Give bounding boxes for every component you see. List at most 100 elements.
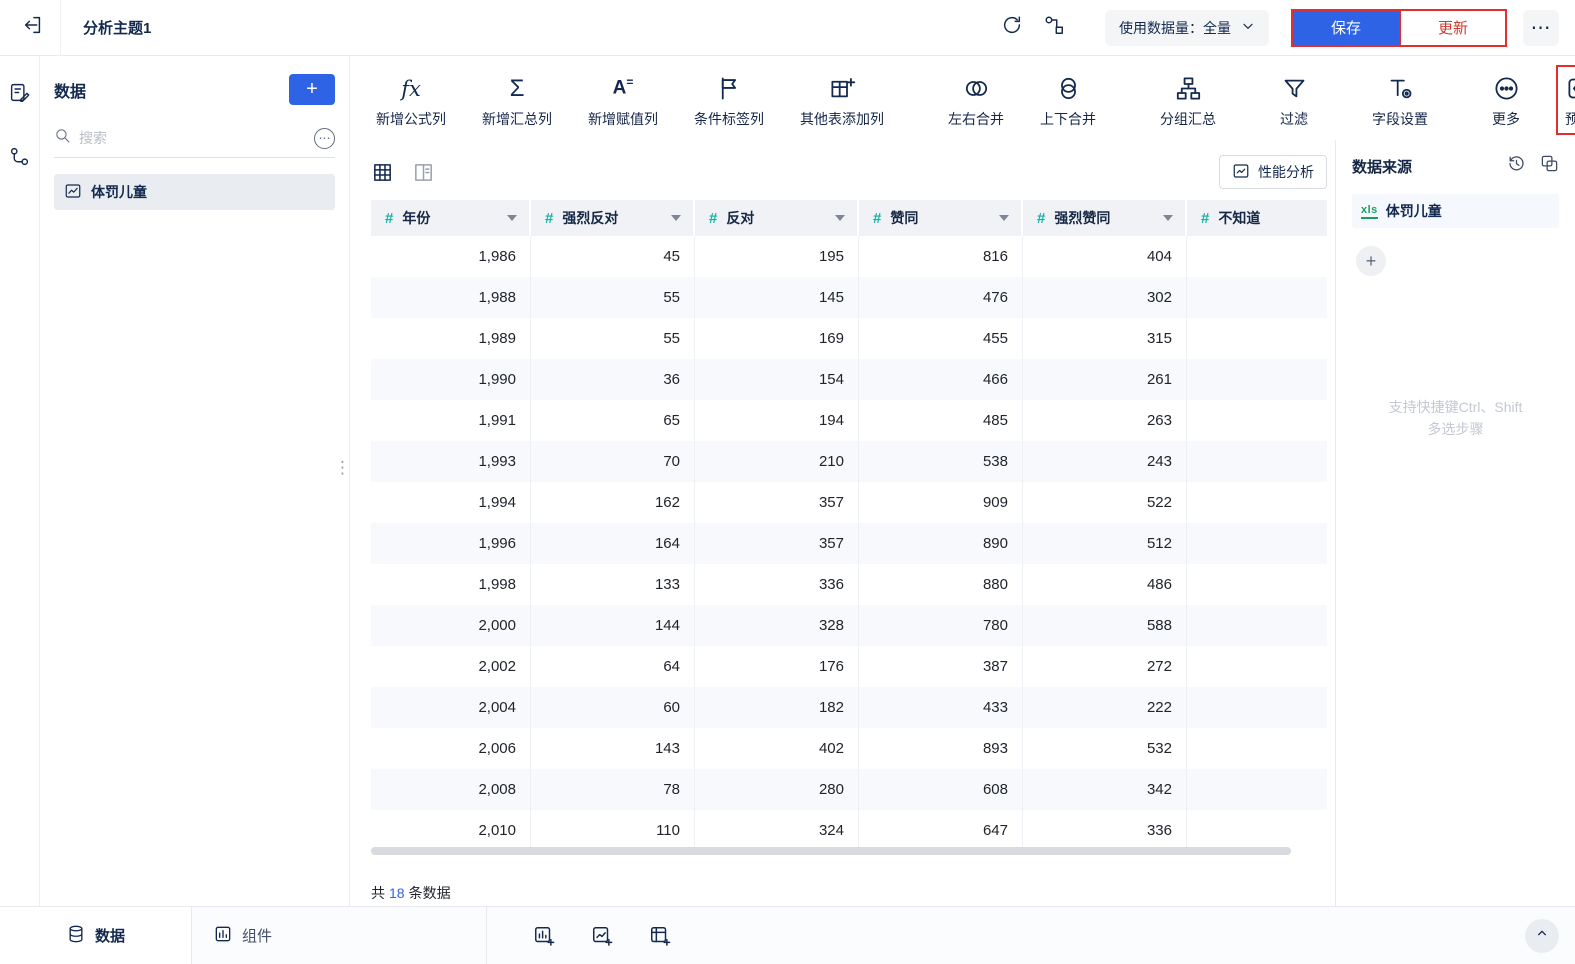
- table-cell[interactable]: 357: [695, 482, 859, 523]
- table-cell[interactable]: 195: [695, 236, 859, 277]
- table-cell[interactable]: 538: [859, 441, 1023, 482]
- table-cell[interactable]: 608: [859, 769, 1023, 810]
- refresh-button[interactable]: [995, 11, 1029, 45]
- table-cell[interactable]: 65: [531, 400, 695, 441]
- blood-relation-button[interactable]: [3, 142, 37, 176]
- table-cell[interactable]: 182: [695, 687, 859, 728]
- table-cell[interactable]: 176: [695, 646, 859, 687]
- toolbar-field-settings[interactable]: 字段设置: [1372, 72, 1428, 129]
- table-cell[interactable]: 55: [531, 277, 695, 318]
- table-cell[interactable]: 55: [531, 318, 695, 359]
- table-column-header[interactable]: # 强烈反对: [531, 200, 695, 236]
- sidebar-item-dataset[interactable]: 体罚儿童: [54, 174, 335, 210]
- table-cell[interactable]: 402: [695, 728, 859, 769]
- table-cell[interactable]: 387: [859, 646, 1023, 687]
- lineage-button[interactable]: [1037, 11, 1071, 45]
- edit-data-button[interactable]: [3, 78, 37, 112]
- table-column-header[interactable]: # 年份: [371, 200, 531, 236]
- sidebar-resize-handle[interactable]: ⋮: [334, 459, 351, 476]
- table-cell[interactable]: 880: [859, 564, 1023, 605]
- table-cell[interactable]: 70: [531, 441, 695, 482]
- table-cell[interactable]: [1187, 400, 1327, 441]
- table-cell[interactable]: 302: [1023, 277, 1187, 318]
- table-cell[interactable]: 816: [859, 236, 1023, 277]
- toolbar-other-table-column[interactable]: 其他表添加列: [800, 72, 884, 129]
- bar-chart-add-icon[interactable]: [527, 919, 561, 953]
- table-cell[interactable]: 512: [1023, 523, 1187, 564]
- table-column-header[interactable]: # 不知道: [1187, 200, 1327, 236]
- table-cell[interactable]: 194: [695, 400, 859, 441]
- table-cell[interactable]: 336: [1023, 810, 1187, 851]
- table-cell[interactable]: 404: [1023, 236, 1187, 277]
- table-cell[interactable]: 588: [1023, 605, 1187, 646]
- search-more-icon[interactable]: ⋯: [314, 127, 335, 149]
- toolbar-condition-tag-column[interactable]: 条件标签列: [694, 72, 764, 129]
- table-cell[interactable]: 1,989: [371, 318, 531, 359]
- table-cell[interactable]: 272: [1023, 646, 1187, 687]
- table-cell[interactable]: 342: [1023, 769, 1187, 810]
- table-cell[interactable]: 36: [531, 359, 695, 400]
- table-cell[interactable]: 2,004: [371, 687, 531, 728]
- table-cell[interactable]: 1,988: [371, 277, 531, 318]
- table-cell[interactable]: 263: [1023, 400, 1187, 441]
- table-cell[interactable]: 780: [859, 605, 1023, 646]
- header-more-button[interactable]: ⋯: [1523, 9, 1559, 46]
- table-cell[interactable]: 522: [1023, 482, 1187, 523]
- horizontal-scrollbar[interactable]: [371, 847, 1291, 855]
- toolbar-assign-column[interactable]: A= 新增赋值列: [588, 72, 658, 129]
- data-volume-dropdown[interactable]: 使用数据量：全量: [1105, 9, 1269, 46]
- table-cell[interactable]: 485: [859, 400, 1023, 441]
- update-button[interactable]: 更新: [1399, 10, 1505, 45]
- table-cell[interactable]: 336: [695, 564, 859, 605]
- table-cell[interactable]: [1187, 523, 1327, 564]
- table-cell[interactable]: [1187, 769, 1327, 810]
- table-cell[interactable]: 243: [1023, 441, 1187, 482]
- table-column-header[interactable]: # 赞同: [859, 200, 1023, 236]
- toolbar-formula-column[interactable]: fx 新增公式列: [376, 72, 446, 129]
- toolbar-filter[interactable]: 过滤: [1280, 72, 1308, 129]
- table-cell[interactable]: 1,990: [371, 359, 531, 400]
- table-cell[interactable]: 2,010: [371, 810, 531, 851]
- table-cell[interactable]: [1187, 605, 1327, 646]
- table-cell[interactable]: 133: [531, 564, 695, 605]
- toolbar-merge-top-bottom[interactable]: 上下合并: [1040, 72, 1096, 129]
- table-chart-add-icon[interactable]: [643, 919, 677, 953]
- table-cell[interactable]: 1,996: [371, 523, 531, 564]
- table-cell[interactable]: [1187, 482, 1327, 523]
- table-cell[interactable]: 154: [695, 359, 859, 400]
- table-cell[interactable]: 2,000: [371, 605, 531, 646]
- table-cell[interactable]: 324: [695, 810, 859, 851]
- table-cell[interactable]: 162: [531, 482, 695, 523]
- save-button[interactable]: 保存: [1293, 10, 1399, 45]
- table-cell[interactable]: 60: [531, 687, 695, 728]
- table-cell[interactable]: 169: [695, 318, 859, 359]
- tab-data[interactable]: 数据: [0, 907, 192, 964]
- combo-chart-add-icon[interactable]: [585, 919, 619, 953]
- table-column-header[interactable]: # 反对: [695, 200, 859, 236]
- toolbar-preview[interactable]: 预览: [1565, 72, 1575, 129]
- table-cell[interactable]: 210: [695, 441, 859, 482]
- table-cell[interactable]: 110: [531, 810, 695, 851]
- table-cell[interactable]: 64: [531, 646, 695, 687]
- table-cell[interactable]: 2,002: [371, 646, 531, 687]
- table-cell[interactable]: [1187, 277, 1327, 318]
- table-cell[interactable]: 433: [859, 687, 1023, 728]
- tab-components[interactable]: 组件: [192, 907, 487, 964]
- table-cell[interactable]: 261: [1023, 359, 1187, 400]
- table-cell[interactable]: 476: [859, 277, 1023, 318]
- table-cell[interactable]: 2,008: [371, 769, 531, 810]
- table-cell[interactable]: 357: [695, 523, 859, 564]
- table-cell[interactable]: 2,006: [371, 728, 531, 769]
- exit-button[interactable]: [16, 11, 50, 45]
- history-icon[interactable]: [1507, 154, 1526, 178]
- table-cell[interactable]: 1,993: [371, 441, 531, 482]
- table-cell[interactable]: 1,998: [371, 564, 531, 605]
- add-data-button[interactable]: +: [289, 74, 335, 105]
- add-step-button[interactable]: +: [1356, 246, 1386, 276]
- grid-view-toggle[interactable]: [371, 161, 394, 184]
- column-dropdown-icon[interactable]: [507, 215, 517, 221]
- column-dropdown-icon[interactable]: [835, 215, 845, 221]
- table-cell[interactable]: 1,986: [371, 236, 531, 277]
- toolbar-more[interactable]: 更多: [1492, 72, 1520, 129]
- toolbar-summary-column[interactable]: Σ 新增汇总列: [482, 72, 552, 129]
